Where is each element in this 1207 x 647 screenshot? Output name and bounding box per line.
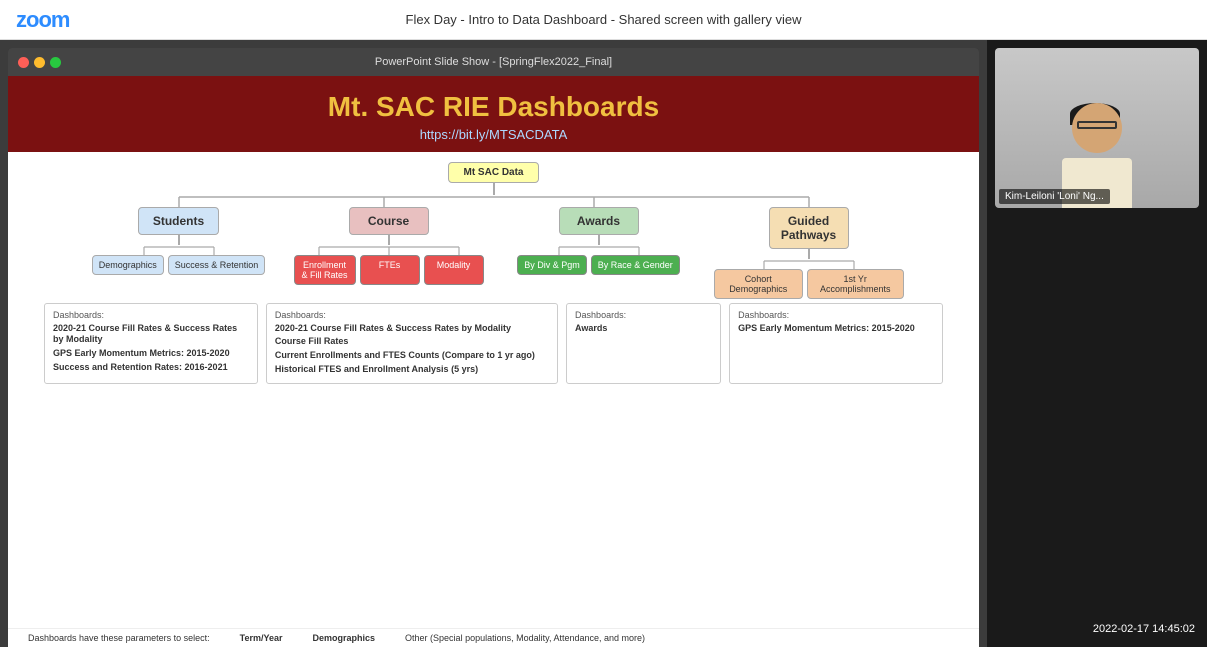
modality-node: Modality (424, 255, 484, 285)
course-sub-row: Enrollment & Fill Rates FTEs Modality (294, 255, 484, 285)
slide-header: Mt. SAC RIE Dashboards https://bit.ly/MT… (8, 76, 979, 152)
info-item-1-3: Success and Retention Rates: 2016-2021 (53, 362, 249, 374)
awards-sub-hline (529, 245, 669, 255)
level1-row: Students Demographics (84, 207, 904, 299)
gp-sub-hline (739, 259, 879, 269)
course-v-conn (388, 235, 390, 245)
minimize-button[interactable] (34, 57, 45, 68)
info-label-2: Dashboards: (275, 310, 549, 320)
root-connector (493, 183, 495, 195)
students-v-conn (178, 235, 180, 245)
info-item-2-1: 2020-21 Course Fill Rates & Success Rate… (275, 323, 549, 335)
root-node: Mt SAC Data (448, 162, 538, 183)
awards-v-conn (598, 235, 600, 245)
course-branch: Course Enrollment & Fill Rates (294, 207, 484, 299)
ftes-node: FTEs (360, 255, 420, 285)
students-branch: Students Demographics (84, 207, 274, 299)
awards-sub-row: By Div & Pgm By Race & Gender (517, 255, 680, 275)
org-chart-area: Mt SAC Data St (8, 152, 979, 628)
info-label-3: Dashboards: (575, 310, 712, 320)
awards-branch: Awards By Div & Pgm By Race & Gender (504, 207, 694, 299)
other-param-label: Other (405, 633, 428, 643)
info-item-2-3: Current Enrollments and FTES Counts (Com… (275, 350, 549, 362)
participant-video-kim: Kim-Leiloni 'Loni' Ng... (995, 48, 1199, 208)
params-row: Dashboards have these parameters to sele… (8, 628, 979, 647)
slide-content: Mt. SAC RIE Dashboards https://bit.ly/MT… (8, 76, 979, 647)
info-box-gp: Dashboards: GPS Early Momentum Metrics: … (729, 303, 943, 385)
other-param: Other (Special populations, Modality, At… (405, 633, 645, 643)
demographics-node: Demographics (92, 255, 164, 275)
ppt-titlebar: PowerPoint Slide Show - [SpringFlex2022_… (8, 48, 979, 76)
info-item-2-2: Course Fill Rates (275, 336, 549, 348)
maximize-button[interactable] (50, 57, 61, 68)
params-intro: Dashboards have these parameters to sele… (28, 633, 210, 643)
gallery-panel: Kim-Leiloni 'Loni' Ng... 2022-02-17 14:4… (987, 40, 1207, 647)
kim-head (1072, 103, 1122, 153)
info-item-1-2: GPS Early Momentum Metrics: 2015-2020 (53, 348, 249, 360)
course-sub-hline (294, 245, 484, 255)
gp-v-conn (808, 249, 810, 259)
org-chart: Mt SAC Data St (28, 162, 959, 385)
info-item-4-1: GPS Early Momentum Metrics: 2015-2020 (738, 323, 934, 335)
demographics-param: Demographics (312, 633, 375, 643)
window-title: Flex Day - Intro to Data Dashboard - Sha… (406, 12, 802, 27)
gp-node: GuidedPathways (769, 207, 849, 249)
traffic-lights (18, 57, 61, 68)
other-param-desc: (Special populations, Modality, Attendan… (430, 633, 645, 643)
students-node: Students (138, 207, 219, 235)
ppt-title-text: PowerPoint Slide Show - [SpringFlex2022_… (375, 56, 612, 68)
course-node: Course (349, 207, 429, 235)
info-box-awards: Dashboards: Awards (566, 303, 721, 385)
info-boxes: Dashboards: 2020-21 Course Fill Rates & … (28, 303, 959, 385)
race-gender-node: By Race & Gender (591, 255, 680, 275)
div-pgm-node: By Div & Pgm (517, 255, 587, 275)
students-sub-row: Demographics Success & Retention (92, 255, 266, 275)
gp-sub-row: Cohort Demographics 1st Yr Accomplishmen… (714, 269, 904, 299)
kim-video-bg (995, 48, 1199, 208)
cohort-demo-node: Cohort Demographics (714, 269, 803, 299)
close-button[interactable] (18, 57, 29, 68)
info-box-students: Dashboards: 2020-21 Course Fill Rates & … (44, 303, 258, 385)
first-yr-node: 1st Yr Accomplishments (807, 269, 904, 299)
gp-branch: GuidedPathways Cohort Demographics 1st (714, 207, 904, 299)
timestamp: 2022-02-17 14:45:02 (995, 619, 1199, 639)
kim-glasses (1077, 121, 1117, 129)
ppt-window: PowerPoint Slide Show - [SpringFlex2022_… (8, 48, 979, 647)
info-label-4: Dashboards: (738, 310, 934, 320)
zoom-logo: zoom (16, 7, 69, 33)
info-item-3-1: Awards (575, 323, 712, 335)
info-label-1: Dashboards: (53, 310, 249, 320)
main-layout: PowerPoint Slide Show - [SpringFlex2022_… (0, 40, 1207, 647)
students-sub-hline (114, 245, 244, 255)
shared-screen: PowerPoint Slide Show - [SpringFlex2022_… (0, 40, 987, 647)
enrollment-fill-node: Enrollment & Fill Rates (294, 255, 356, 285)
slide-url: https://bit.ly/MTSACDATA (28, 127, 959, 142)
participant-name: Kim-Leiloni 'Loni' Ng... (999, 189, 1110, 204)
h-line-svg (84, 195, 904, 207)
info-item-1-1: 2020-21 Course Fill Rates & Success Rate… (53, 323, 249, 346)
slide-title: Mt. SAC RIE Dashboards (28, 90, 959, 124)
info-item-2-4: Historical FTES and Enrollment Analysis … (275, 364, 549, 376)
term-year-param: Term/Year (240, 633, 283, 643)
top-bar: zoom Flex Day - Intro to Data Dashboard … (0, 0, 1207, 40)
awards-node: Awards (559, 207, 639, 235)
info-box-course: Dashboards: 2020-21 Course Fill Rates & … (266, 303, 558, 385)
success-retention-node: Success & Retention (168, 255, 266, 275)
